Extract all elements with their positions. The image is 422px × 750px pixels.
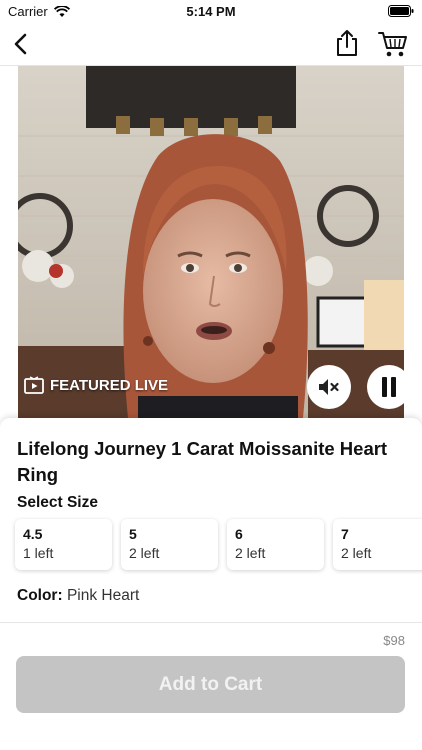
size-stock: 2 left: [235, 545, 266, 561]
size-stock: 1 left: [23, 545, 54, 561]
cart-icon: [378, 32, 407, 57]
product-title: Lifelong Journey 1 Carat Moissanite Hear…: [17, 438, 388, 485]
video-frame: [18, 66, 404, 418]
share-button[interactable]: [334, 29, 360, 57]
battery-icon: [388, 5, 414, 17]
mute-button[interactable]: [307, 365, 351, 409]
add-to-cart-button[interactable]: Add to Cart: [16, 656, 405, 713]
size-option-4.5[interactable]: 4.5 1 left: [15, 519, 112, 570]
featured-live-label: FEATURED LIVE: [50, 376, 169, 394]
size-option-6[interactable]: 6 2 left: [227, 519, 324, 570]
price-label: $98: [383, 633, 405, 648]
size-value: 5: [129, 526, 137, 542]
pause-icon: [382, 377, 396, 397]
pause-button[interactable]: [367, 365, 404, 409]
nav-bar: [0, 24, 422, 66]
size-options: 4.5 1 left 5 2 left 6 2 left 7 2 left: [15, 519, 422, 570]
featured-live-badge: FEATURED LIVE: [24, 376, 168, 394]
status-time: 5:14 PM: [186, 4, 236, 19]
size-stock: 2 left: [341, 545, 372, 561]
share-icon: [337, 30, 357, 56]
color-value: Pink Heart: [66, 587, 140, 604]
size-value: 7: [341, 526, 349, 542]
size-value: 6: [235, 526, 243, 542]
speaker-muted-icon: [319, 379, 339, 395]
cart-button[interactable]: [378, 30, 408, 58]
video-play-icon: [24, 376, 44, 394]
status-right: [388, 5, 414, 20]
chevron-left-icon: [14, 33, 27, 55]
back-button[interactable]: [10, 32, 34, 56]
color-row: Color: Pink Heart: [17, 587, 139, 605]
size-stock: 2 left: [129, 545, 160, 561]
live-video[interactable]: FEATURED LIVE: [18, 66, 404, 418]
size-option-5[interactable]: 5 2 left: [121, 519, 218, 570]
status-bar: Carrier 5:14 PM: [0, 0, 422, 24]
color-label: Color:: [17, 587, 67, 604]
size-value: 4.5: [23, 526, 43, 542]
checkout-footer: $98 Add to Cart: [0, 622, 422, 750]
size-heading: Select Size: [17, 494, 98, 511]
size-option-7[interactable]: 7 2 left: [333, 519, 422, 570]
